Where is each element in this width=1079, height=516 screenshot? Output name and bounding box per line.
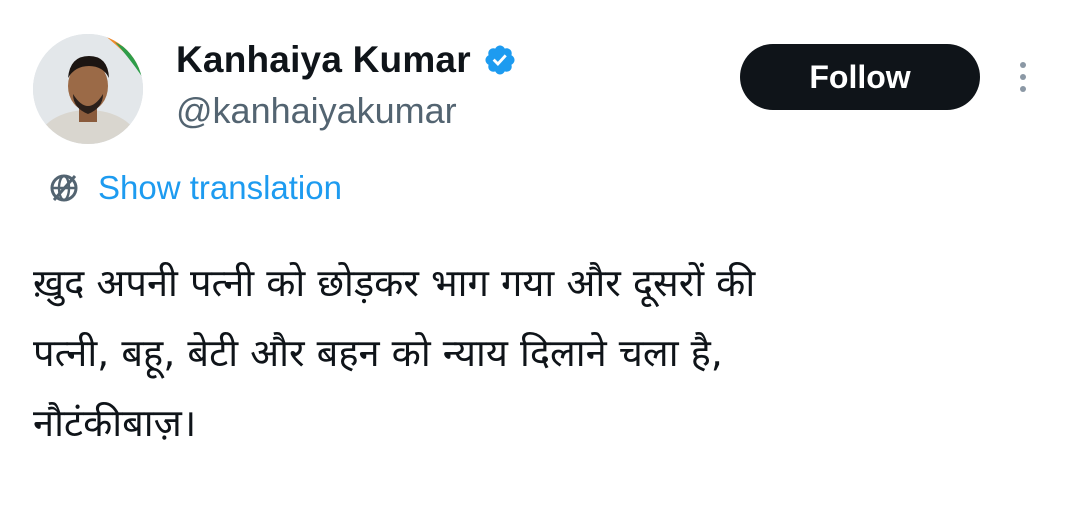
show-translation-label: Show translation — [98, 169, 342, 206]
tweet-text-line: नौटंकीबाज़। — [33, 401, 197, 445]
more-options-button[interactable] — [1008, 54, 1038, 100]
avatar-image — [33, 34, 143, 144]
author-avatar[interactable] — [33, 34, 143, 144]
tweet-text: ख़ुद अपनी पत्नी को छोड़कर भाग गया और दूस… — [33, 248, 1043, 458]
tweet-text-line: पत्नी, बहू, बेटी और बहन को न्याय दिलाने … — [33, 331, 723, 375]
author-display-name[interactable]: Kanhaiya Kumar — [176, 38, 471, 82]
show-translation-link[interactable]: Show translation — [46, 168, 342, 208]
more-vertical-icon — [1020, 62, 1026, 68]
globe-icon — [50, 174, 78, 202]
verified-badge-icon — [485, 45, 515, 75]
author-name-row: Kanhaiya Kumar — [176, 38, 517, 82]
author-handle[interactable]: @kanhaiyakumar — [176, 90, 457, 132]
follow-button[interactable]: Follow — [740, 44, 980, 110]
tweet-text-line: ख़ुद अपनी पत्नी को छोड़कर भाग गया और दूस… — [33, 261, 756, 305]
